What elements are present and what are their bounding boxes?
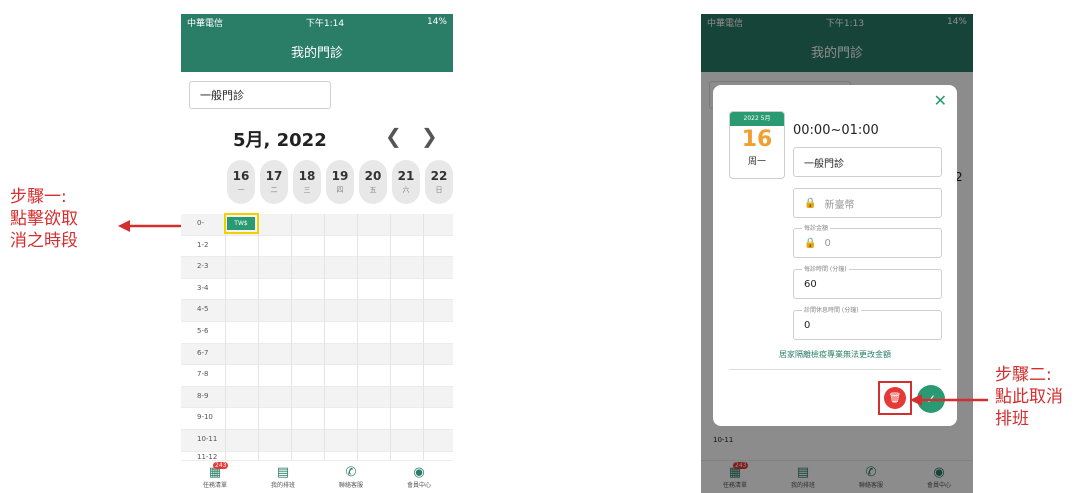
status-bar: 中華電信 下午1:14 14% [181,14,453,30]
step2-line: 排班 [995,409,1029,429]
step1-line: 點擊欲取 [10,209,78,229]
fee-label: 每診金額 [802,223,831,232]
time-range: 00:00~01:00 [793,123,879,138]
time-label: 3-4 [197,283,209,292]
time-label: 10-11 [197,435,218,443]
time-label: 7-8 [197,370,209,379]
app-bar: 我的門診 [181,30,453,72]
grid-columns [225,214,453,462]
step2-line: 步驟二: [995,365,1052,385]
phone-screen-schedule: 中華電信 下午1:14 14% 我的門診 一般門診 5月, 2022 ❮ ❯ 1… [181,14,453,493]
day-chip[interactable]: 19 四 [326,160,354,204]
currency-value: 新臺幣 [824,199,855,211]
day-chip[interactable]: 16 一 [227,160,255,204]
day-weekday: 五 [369,186,377,194]
day-number: 21 [397,169,415,183]
day-number: 17 [265,169,283,183]
time-label: 2-3 [197,262,209,271]
nav-contact-support[interactable]: ✆ 聯絡客服 [321,464,381,489]
day-chip[interactable]: 17 二 [260,160,288,204]
nav-label: 聯絡客服 [338,481,363,489]
next-month-icon[interactable]: ❯ [421,124,438,148]
nav-member-center[interactable]: ◉ 會員中心 [389,464,449,489]
task-count-badge: 243 [213,461,229,469]
day-number: 19 [331,169,349,183]
day-weekday: 一 [237,186,245,194]
step1-arrow [118,220,182,232]
fee-field: 每診金額 🔒 0 [793,223,942,258]
time-label: 6-7 [197,348,209,357]
step1-line: 消之時段 [10,231,78,251]
lock-icon: 🔒 [804,197,817,209]
time-label: 0- [197,219,204,227]
clinic-type-value: 一般門診 [804,158,844,170]
time-label: 5-6 [197,327,209,335]
break-value: 0 [804,319,811,331]
month-label: 5月, 2022 [233,130,327,151]
schedule-grid[interactable]: 0- 1-2 2-3 3-4 4-5 5-6 6-7 7-8 8-9 9-10 … [181,214,453,462]
nav-task-list[interactable]: ▦ 243 任務清單 [185,461,245,489]
day-selector: 16 一 17 二 18 三 19 四 20 五 21 六 22 日 [227,160,453,204]
nav-label: 會員中心 [406,481,431,489]
nav-label: 任務清單 [202,481,227,489]
step2-arrow [910,394,988,406]
day-number: 22 [430,169,448,183]
step1-line: 步驟一: [10,187,67,207]
date-card-weekday: 周一 [747,157,766,167]
day-chip[interactable]: 21 六 [392,160,420,204]
clinic-type-select[interactable]: 一般門診 [189,81,331,109]
fee-value: 0 [824,237,831,249]
calendar-icon: ▤ [276,464,290,480]
battery-label: 14% [426,17,447,27]
clock-label: 下午1:14 [305,18,345,29]
step1-annotation: 步驟一: 點擊欲取 消之時段 [10,186,78,252]
date-card: 2022 5月 16 周一 [729,111,785,179]
nav-label: 我的排班 [270,481,295,489]
day-weekday: 四 [336,186,344,194]
day-weekday: 六 [402,186,410,194]
fee-note: 居家隔離檢疫專業無法更改金額 [779,350,891,359]
time-label: 4-5 [197,305,209,314]
day-number: 18 [298,169,316,183]
break-field[interactable]: 診間休息時間 (分鐘) 0 [793,305,942,340]
shift-detail-modal: ✕ 2022 5月 16 周一 00:00~01:00 一般門診 🔒 新臺幣 每… [713,85,957,426]
day-chip[interactable]: 20 五 [359,160,387,204]
clinic-type-field[interactable]: 一般門診 [793,147,942,177]
phone-icon: ✆ [345,464,357,480]
day-chip[interactable]: 18 三 [293,160,321,204]
day-number: 16 [232,169,250,183]
page-title: 我的門診 [290,45,343,61]
bottom-nav: ▦ 243 任務清單 ▤ 我的排班 ✆ 聯絡客服 ◉ 會員中心 [181,460,453,493]
duration-label: 每診時間 (分鐘) [802,264,849,273]
step2-line: 點此取消 [995,387,1063,407]
currency-field: 🔒 新臺幣 [793,188,942,218]
time-label: 9-10 [197,413,213,422]
break-label: 診間休息時間 (分鐘) [802,305,861,314]
clinic-type-value: 一般門診 [200,89,244,102]
step2-annotation: 步驟二: 點此取消 排班 [995,364,1063,430]
delete-highlight [878,381,912,415]
user-icon: ◉ [413,464,425,480]
nav-my-schedule[interactable]: ▤ 我的排班 [253,464,313,489]
duration-field[interactable]: 每診時間 (分鐘) 60 [793,264,942,299]
prev-month-icon[interactable]: ❮ [385,124,402,148]
close-icon[interactable]: ✕ [934,91,947,110]
month-header: 5月, 2022 ❮ ❯ [181,122,453,152]
day-chip[interactable]: 22 日 [425,160,453,204]
carrier-label: 中華電信 [187,18,224,29]
date-card-day: 16 [741,127,773,152]
day-weekday: 三 [303,186,311,194]
phone-screen-modal: 中華電信 下午1:13 14% 我的門診 2 10-11 ▦ 243 任務清單 … [701,14,973,493]
time-label: 8-9 [197,391,209,400]
slot-highlight [224,213,259,234]
duration-value: 60 [804,278,817,290]
divider [729,369,941,370]
date-card-month: 2022 5月 [730,112,784,126]
day-weekday: 二 [270,186,278,194]
day-weekday: 日 [435,186,443,194]
time-label: 1-2 [197,240,209,249]
day-number: 20 [364,169,382,183]
lock-icon: 🔒 [804,237,817,249]
